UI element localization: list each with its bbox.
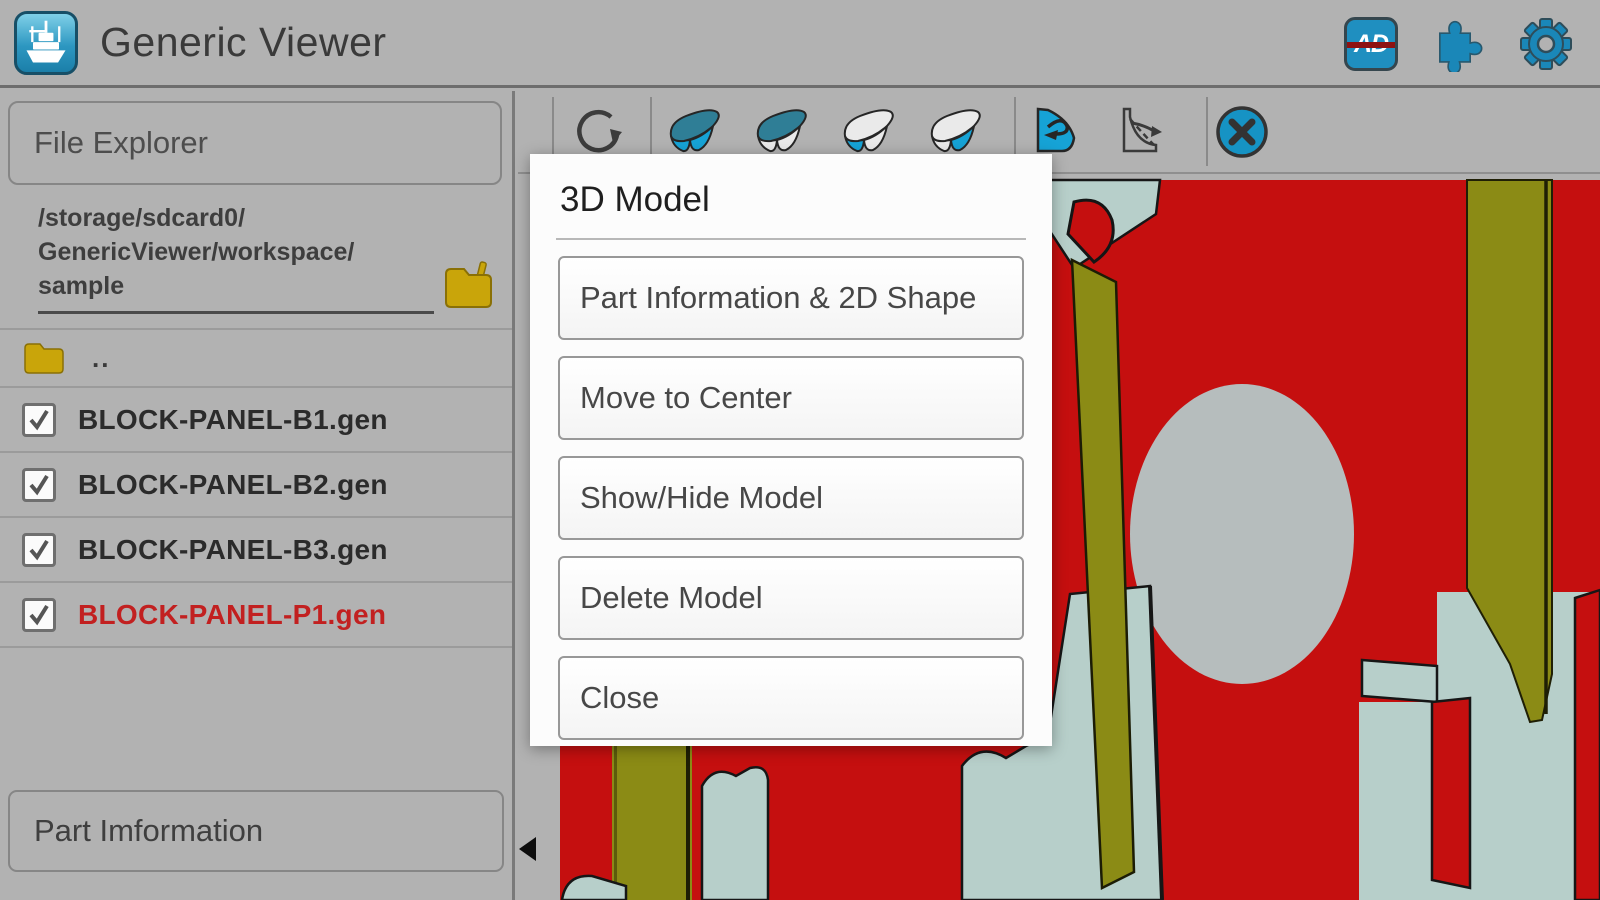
app-title: Generic Viewer [100,19,387,65]
part-information-header[interactable]: Part Imformation [8,790,504,872]
3d-model-dialog: 3D Model Part Information & 2D Shape Mov… [530,154,1052,746]
parent-directory-label: .. [92,342,111,373]
app-screen: Generic Viewer AD [0,0,1600,900]
file-row[interactable]: BLOCK-PANEL-B1.gen [0,388,512,451]
file-list: BLOCK-PANEL-B1.gen BLOCK-PANEL-B2.gen BL… [0,388,512,648]
settings-gear-icon[interactable] [1518,16,1574,72]
folder-edit-icon[interactable] [442,260,494,312]
file-name: BLOCK-PANEL-B3.gen [78,533,388,565]
app-icon-ship [14,10,78,75]
file-name: BLOCK-PANEL-B2.gen [78,468,388,500]
hull-top-shaded-icon[interactable] [753,108,811,156]
toolbar-separator [1206,97,1208,166]
deck-cutout-left [700,766,770,900]
move-to-center-button[interactable]: Move to Center [558,356,1024,440]
parent-directory-item[interactable]: .. [0,330,512,386]
close-viewer-icon[interactable] [1214,104,1270,160]
dialog-title: 3D Model [560,180,710,219]
file-checkbox-checked[interactable] [22,402,56,437]
file-row[interactable]: BLOCK-PANEL-B2.gen [0,451,512,516]
delete-model-button[interactable]: Delete Model [558,556,1024,640]
sidebar-collapse-handle[interactable] [519,837,536,861]
ad-blocker-icon[interactable]: AD [1344,17,1398,71]
path-line-3: sample [38,272,125,300]
hull-shaded-icon[interactable] [666,108,724,156]
file-checkbox-checked[interactable] [22,597,56,632]
file-row-selected[interactable]: BLOCK-PANEL-P1.gen [0,581,512,646]
file-explorer-header: File Explorer [8,101,502,185]
file-checkbox-checked[interactable] [22,532,56,567]
part-information-2d-shape-button[interactable]: Part Information & 2D Shape [558,256,1024,340]
file-name: BLOCK-PANEL-B1.gen [78,403,388,435]
plugin-puzzle-icon[interactable] [1430,16,1486,72]
file-checkbox-checked[interactable] [22,467,56,502]
section-curve-filled-icon[interactable] [1030,105,1084,159]
panel-hole [1130,384,1354,684]
ship-glyph [26,20,66,62]
red-panel-far-right [1573,588,1600,900]
hull-front-right-icon[interactable] [927,108,985,156]
file-explorer-title: File Explorer [34,125,208,160]
part-information-title: Part Imformation [34,813,264,848]
folder-icon [24,343,64,374]
panel-notch [1360,658,1439,704]
path-line-1: /storage/sdcard0/ [38,204,246,232]
hull-front-left-icon[interactable] [840,108,898,156]
rotate-view-icon[interactable] [570,104,626,160]
current-path-row: /storage/sdcard0/ GenericViewer/workspac… [38,201,494,314]
close-dialog-button[interactable]: Close [558,656,1024,740]
section-curve-outline-icon[interactable] [1116,105,1170,159]
dialog-button-list: Part Information & 2D Shape Move to Cent… [530,240,1052,740]
path-line-2: GenericViewer/workspace/ [38,238,355,266]
titlebar-actions: AD [1344,0,1574,88]
file-name-highlighted: BLOCK-PANEL-P1.gen [78,598,387,630]
show-hide-model-button[interactable]: Show/Hide Model [558,456,1024,540]
sidebar-file-explorer: File Explorer /storage/sdcard0/ GenericV… [0,91,515,900]
red-panel-lower-right [1430,696,1472,890]
title-bar: Generic Viewer AD [0,0,1600,88]
current-path-field[interactable]: /storage/sdcard0/ GenericViewer/workspac… [38,201,434,314]
file-row[interactable]: BLOCK-PANEL-B3.gen [0,516,512,581]
ad-strike-line [1347,42,1395,48]
